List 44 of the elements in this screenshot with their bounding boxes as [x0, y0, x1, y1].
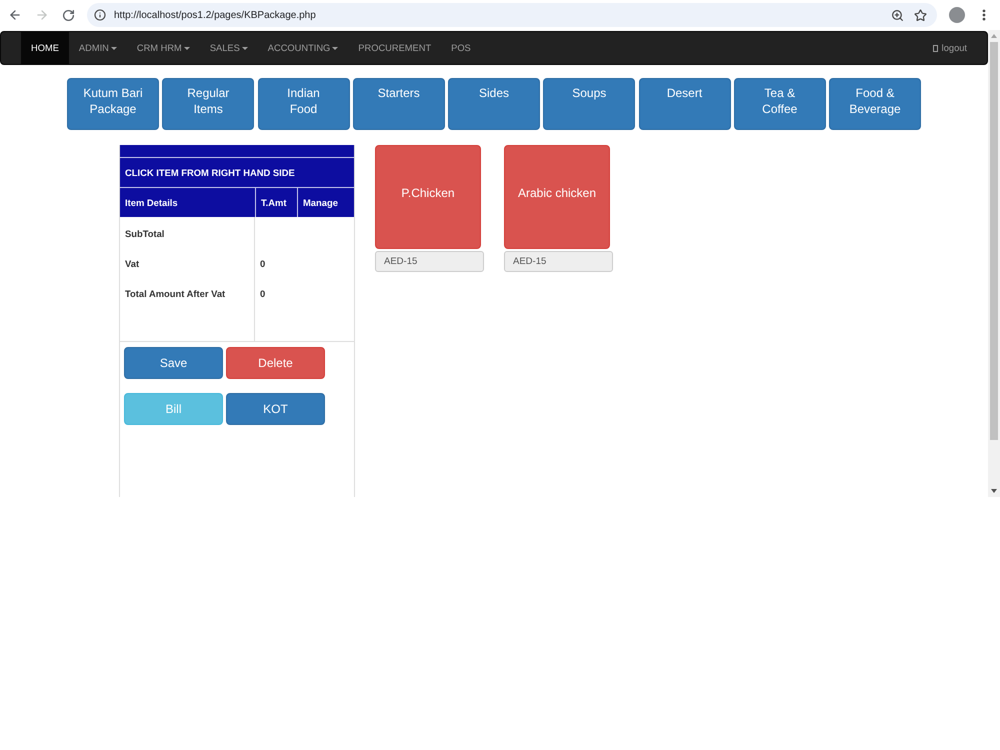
category-button[interactable]: Regular Items	[162, 78, 254, 130]
star-icon[interactable]	[914, 8, 927, 22]
logout-label: logout	[942, 43, 967, 53]
summary-amount: 0	[260, 288, 266, 300]
nav-link[interactable]: HOME	[21, 32, 69, 64]
price-field: AED-15	[504, 251, 613, 272]
nav-link[interactable]: POS	[441, 32, 481, 64]
summary-label: Total Amount After Vat	[125, 288, 226, 300]
category-button[interactable]: Desert	[638, 78, 730, 130]
nav-link[interactable]: ADMIN	[68, 32, 127, 64]
action-button[interactable]: Save	[124, 347, 223, 379]
info-icon[interactable]	[94, 9, 106, 21]
reload-icon[interactable]	[62, 8, 75, 22]
nav-link[interactable]: PROCUREMENT	[348, 32, 442, 64]
nav-link[interactable]: SALES	[200, 32, 258, 64]
price-field: AED-15	[375, 251, 484, 272]
avatar-icon[interactable]	[949, 7, 965, 23]
nav-link[interactable]: ACCOUNTING	[258, 32, 348, 64]
category-button[interactable]: Soups	[543, 78, 636, 130]
logout-link[interactable]: logout	[922, 32, 967, 64]
product-tile[interactable]: Arabic chicken	[504, 145, 610, 249]
category-button[interactable]: Kutum Bari Package	[67, 78, 159, 130]
summary-amount: 0	[260, 258, 266, 270]
column-header: Manage	[297, 188, 354, 217]
column-header: Item Details	[120, 188, 255, 217]
action-button[interactable]: Delete	[226, 347, 325, 379]
scrollbar-thumb[interactable]	[990, 42, 998, 440]
zoom-in-icon[interactable]	[891, 8, 904, 22]
summary-label: Vat	[125, 258, 140, 270]
product-tile[interactable]: P.Chicken	[375, 145, 481, 249]
category-button[interactable]: Tea & Coffee	[734, 78, 826, 130]
summary-label: SubTotal	[125, 228, 164, 240]
square-outline-icon	[932, 44, 938, 52]
category-button[interactable]: Starters	[352, 78, 445, 130]
address-bar[interactable]: http://localhost/pos1.2/pages/KBPackage.php	[87, 3, 937, 27]
category-button[interactable]: Indian Food	[258, 78, 350, 130]
url-text: http://localhost/pos1.2/pages/KBPackage.php	[114, 10, 316, 20]
category-button[interactable]: Food & Beverage	[829, 78, 921, 130]
column-header: T.Amt	[255, 188, 297, 217]
panel-title: CLICK ITEM FROM RIGHT HAND SIDE	[120, 158, 354, 188]
category-button[interactable]: Sides	[448, 78, 540, 130]
nav-link[interactable]: CRM HRM	[126, 32, 200, 64]
scroll-down-arrow-icon[interactable]	[991, 489, 997, 493]
action-button[interactable]: KOT	[226, 393, 325, 425]
